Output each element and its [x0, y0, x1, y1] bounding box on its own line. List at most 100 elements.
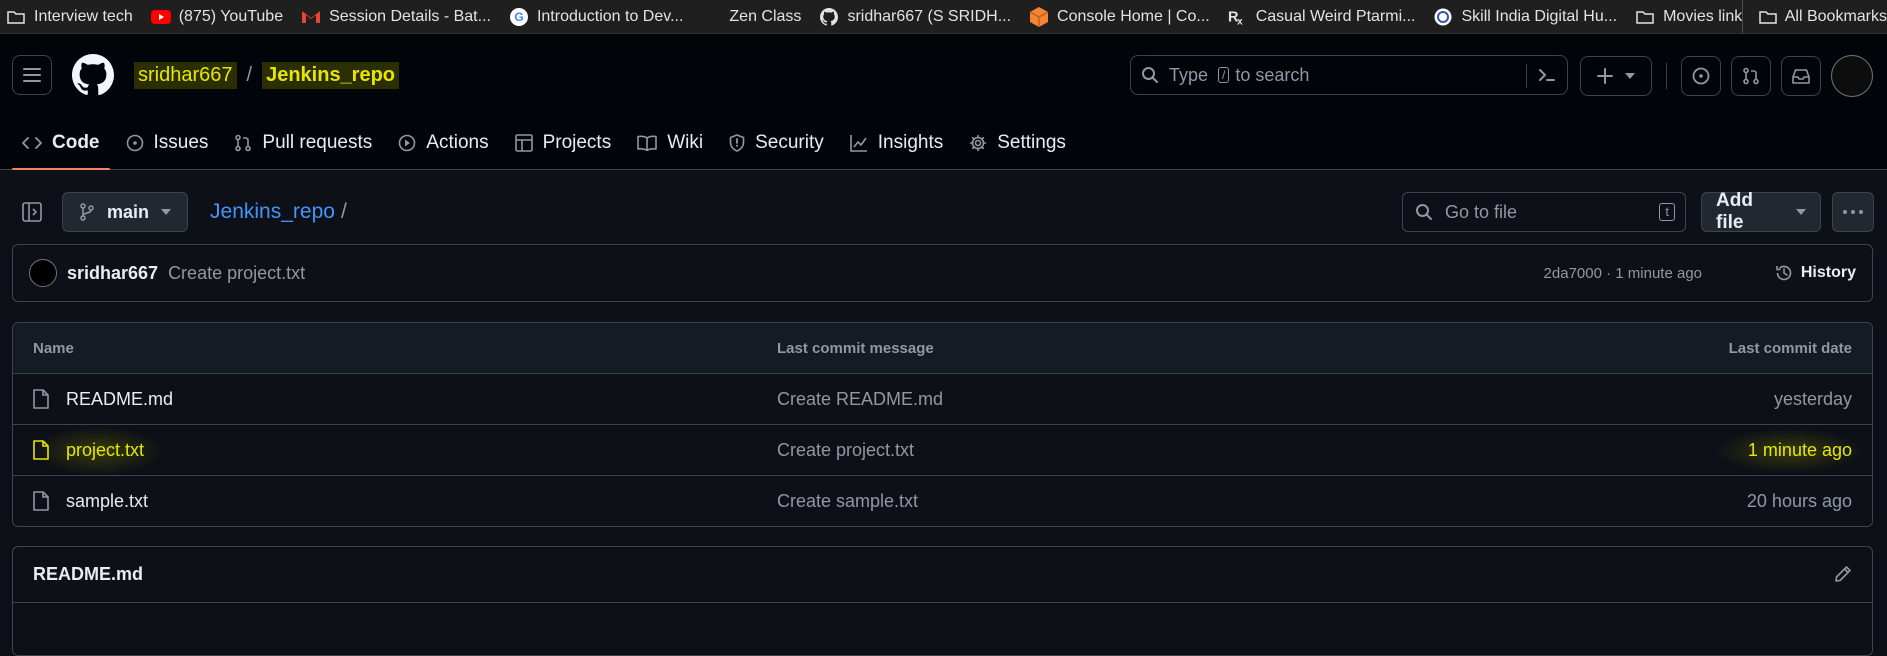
- tab-wiki[interactable]: Wiki: [627, 117, 713, 169]
- search-placeholder-post: to search: [1235, 64, 1310, 85]
- file-name[interactable]: project.txt: [66, 440, 144, 461]
- chevron-down-icon: [161, 209, 172, 215]
- commit-author[interactable]: sridhar667: [67, 263, 158, 284]
- bookmark-youtube[interactable]: (875) YouTube: [150, 0, 283, 34]
- column-commit-date: Last commit date: [1728, 339, 1852, 357]
- command-palette-icon[interactable]: [1537, 65, 1557, 85]
- bookmark-github-profile[interactable]: sridhar667 (S SRIDH...: [819, 0, 1011, 34]
- rx-icon: Rx: [1228, 7, 1248, 27]
- tab-insights[interactable]: Insights: [840, 117, 953, 169]
- bookmark-skill-india[interactable]: Skill India Digital Hu...: [1433, 0, 1617, 34]
- file-toolbar: main Jenkins_repo / Go to file t Add file: [0, 170, 1887, 254]
- table-row[interactable]: sample.txt Create sample.txt 20 hours ag…: [13, 476, 1872, 526]
- shield-icon: [729, 134, 745, 152]
- breadcrumb-separator: /: [246, 63, 253, 86]
- table-row[interactable]: README.md Create README.md yesterday: [13, 374, 1872, 425]
- table-icon: [514, 134, 533, 152]
- more-options-button[interactable]: [1832, 192, 1874, 232]
- tab-code[interactable]: Code: [12, 117, 110, 170]
- file-name[interactable]: README.md: [66, 389, 173, 410]
- table-row[interactable]: project.txt Create project.txt 1 minute …: [13, 425, 1872, 476]
- repo-breadcrumb: Jenkins_repo /: [210, 200, 347, 224]
- pull-request-icon: [1742, 67, 1760, 85]
- youtube-icon: [150, 7, 171, 27]
- issue-icon: [1692, 67, 1710, 85]
- branch-selector[interactable]: main: [62, 192, 189, 232]
- add-file-button[interactable]: Add file: [1701, 190, 1821, 233]
- readme-header: README.md: [13, 547, 1872, 603]
- book-icon: [637, 135, 658, 151]
- repo-root-link[interactable]: Jenkins_repo: [210, 200, 335, 223]
- file-name[interactable]: sample.txt: [66, 491, 148, 512]
- breadcrumb-slash: /: [340, 200, 347, 223]
- folder-icon: [1635, 7, 1655, 27]
- history-button[interactable]: History: [1775, 264, 1856, 282]
- issues-button[interactable]: [1681, 56, 1721, 96]
- commit-meta[interactable]: 2da7000 · 1 minute ago: [1544, 265, 1702, 282]
- folder-icon: [1759, 9, 1777, 25]
- tab-actions[interactable]: Actions: [388, 117, 498, 169]
- search-divider: [1526, 64, 1527, 88]
- tab-projects[interactable]: Projects: [505, 117, 622, 169]
- bookmark-aws-console[interactable]: Console Home | Co...: [1029, 0, 1210, 34]
- pull-requests-button[interactable]: [1731, 56, 1771, 96]
- search-input[interactable]: Type / to search: [1130, 55, 1568, 95]
- inbox-button[interactable]: [1781, 56, 1821, 96]
- column-name: Name: [33, 339, 74, 357]
- blank-icon: [701, 7, 721, 27]
- commit-message[interactable]: Create project.txt: [168, 263, 305, 284]
- owner-link[interactable]: sridhar667: [134, 61, 237, 89]
- file-table-header: Name Last commit message Last commit dat…: [13, 323, 1872, 374]
- column-commit-message: Last commit message: [777, 339, 934, 357]
- play-icon: [398, 134, 416, 152]
- hamburger-icon: [23, 67, 41, 83]
- go-to-file-input[interactable]: Go to file t: [1402, 192, 1686, 232]
- pencil-icon[interactable]: [1834, 565, 1852, 583]
- file-commit-message[interactable]: Create sample.txt: [777, 491, 918, 512]
- google-icon: G: [509, 7, 529, 27]
- create-new-button[interactable]: [1580, 56, 1652, 96]
- gmail-icon: [301, 7, 321, 27]
- bookmark-intro-dev[interactable]: G Introduction to Dev...: [509, 0, 683, 34]
- code-icon: [22, 135, 42, 151]
- goto-shortcut-key: t: [1659, 203, 1675, 221]
- bookmark-casual-weird[interactable]: Rx Casual Weird Ptarmi...: [1228, 0, 1416, 34]
- github-logo-icon[interactable]: [72, 54, 114, 96]
- history-icon: [1775, 264, 1793, 282]
- bookmark-movies-link[interactable]: Movies link: [1635, 0, 1742, 34]
- toggle-sidebar-button[interactable]: [12, 192, 52, 232]
- file-commit-message[interactable]: Create README.md: [777, 389, 943, 410]
- menu-button[interactable]: [12, 55, 52, 95]
- tab-settings[interactable]: Settings: [959, 117, 1076, 169]
- file-commit-message[interactable]: Create project.txt: [777, 440, 914, 461]
- commit-author-avatar[interactable]: [29, 259, 57, 287]
- plus-icon: [1597, 68, 1613, 84]
- bookmark-interview-tech[interactable]: Interview tech: [6, 0, 133, 34]
- search-icon: [1141, 66, 1159, 84]
- repo-link[interactable]: Jenkins_repo: [262, 61, 400, 89]
- issue-icon: [126, 134, 144, 152]
- file-icon: [33, 491, 49, 511]
- file-commit-date: yesterday: [1773, 388, 1852, 409]
- bookmark-session-details[interactable]: Session Details - Bat...: [301, 0, 491, 34]
- kebab-horizontal-icon: [1843, 210, 1863, 214]
- file-commit-date: 1 minute ago: [1747, 439, 1852, 460]
- readme-title[interactable]: README.md: [33, 564, 143, 585]
- svg-text:G: G: [514, 10, 523, 24]
- readme-panel: README.md: [12, 546, 1873, 656]
- sidebar-expand-icon: [22, 202, 42, 222]
- gear-icon: [969, 134, 987, 152]
- search-shortcut-key: /: [1218, 67, 1230, 83]
- pull-request-icon: [234, 134, 252, 152]
- header-divider: [1666, 63, 1667, 89]
- header-actions: [1580, 55, 1873, 97]
- tab-issues[interactable]: Issues: [116, 117, 219, 169]
- tab-security[interactable]: Security: [719, 117, 834, 169]
- user-avatar[interactable]: [1831, 55, 1873, 97]
- file-commit-date: 20 hours ago: [1746, 491, 1852, 511]
- folder-icon: [6, 7, 26, 27]
- tab-pull-requests[interactable]: Pull requests: [224, 117, 382, 169]
- file-icon: [33, 440, 49, 460]
- bookmark-zen-class[interactable]: Zen Class: [701, 0, 801, 34]
- all-bookmarks[interactable]: All Bookmarks: [1741, 0, 1887, 34]
